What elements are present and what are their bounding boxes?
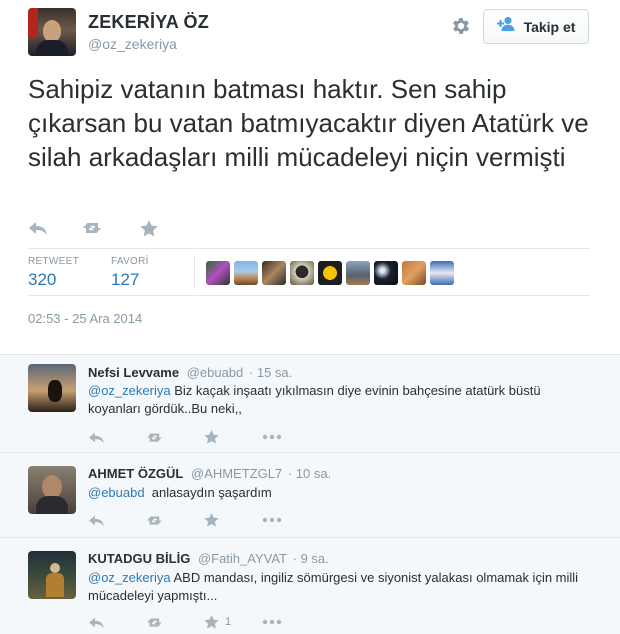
favoriter-avatar[interactable] xyxy=(318,261,342,285)
star-icon[interactable] xyxy=(140,219,158,237)
star-icon[interactable]: 1 xyxy=(204,615,262,629)
reply-time[interactable]: 10 sa. xyxy=(296,466,331,481)
favoriter-avatar[interactable] xyxy=(430,261,454,285)
retweet-count: 320 xyxy=(28,270,57,289)
favorite-count: 127 xyxy=(111,270,140,289)
gear-icon[interactable] xyxy=(450,15,472,37)
retweet-icon[interactable] xyxy=(146,514,204,527)
reply-avatar[interactable] xyxy=(28,466,76,514)
reply-actions: 1 xyxy=(88,613,320,631)
reply-header: Nefsi Levvame @ebuabd · 15 sa. xyxy=(88,365,293,380)
favoriter-avatar[interactable] xyxy=(206,261,230,285)
star-icon[interactable] xyxy=(204,430,262,444)
reply-header: AHMET ÖZGÜL @AHMETZGL7 · 10 sa. xyxy=(88,466,332,481)
star-icon[interactable] xyxy=(204,513,262,527)
tweet-actions xyxy=(28,216,192,240)
favoriter-avatar[interactable] xyxy=(402,261,426,285)
reply-avatar[interactable] xyxy=(28,364,76,412)
add-person-icon xyxy=(496,16,517,37)
avatar-face xyxy=(43,20,61,42)
favoriter-avatar[interactable] xyxy=(290,261,314,285)
reply-icon[interactable] xyxy=(88,514,146,527)
more-icon[interactable] xyxy=(262,434,320,440)
reply-author-handle[interactable]: @Fatih_AYVAT xyxy=(198,551,287,566)
favoriter-avatar[interactable] xyxy=(234,261,258,285)
follow-button-label: Takip et xyxy=(523,18,576,35)
favoriter-avatar[interactable] xyxy=(374,261,398,285)
reply-text: @ebuabd anlasaydın şaşardım xyxy=(88,484,588,502)
retweet-icon[interactable] xyxy=(146,616,204,629)
reply-author-name[interactable]: Nefsi Levvame xyxy=(88,365,179,380)
reply-author-handle[interactable]: @AHMETZGL7 xyxy=(191,466,282,481)
favoriter-avatar[interactable] xyxy=(262,261,286,285)
reply-mention[interactable]: @oz_zekeriya xyxy=(88,383,171,398)
reply-icon[interactable] xyxy=(88,431,146,444)
reply-author-name[interactable]: AHMET ÖZGÜL xyxy=(88,466,183,481)
tweet-timestamp[interactable]: 02:53 - 25 Ara 2014 xyxy=(28,311,142,326)
reply-favorite-count: 1 xyxy=(225,616,232,628)
reply-body: anlasaydın şaşardım xyxy=(144,485,272,500)
favorite-stat-label: FAVORİ xyxy=(111,256,149,267)
reply-icon[interactable] xyxy=(28,220,48,236)
replies-section: Nefsi Levvame @ebuabd · 15 sa. @oz_zeker… xyxy=(0,354,620,634)
reply-header: KUTADGU BİLİG @Fatih_AYVAT · 9 sa. xyxy=(88,551,329,566)
reply-text: @oz_zekeriya ABD mandası, ingiliz sömürg… xyxy=(88,569,588,605)
avatar-flag xyxy=(28,8,38,38)
follow-button[interactable]: Takip et xyxy=(483,9,589,44)
reply-actions xyxy=(88,511,320,529)
reply-tweet[interactable]: AHMET ÖZGÜL @AHMETZGL7 · 10 sa. @ebuabd … xyxy=(0,454,620,538)
reply-author-handle[interactable]: @ebuabd xyxy=(187,365,244,380)
reply-tweet[interactable]: Nefsi Levvame @ebuabd · 15 sa. @oz_zeker… xyxy=(0,355,620,453)
profile-name[interactable]: ZEKERİYA ÖZ xyxy=(88,12,209,33)
favoriter-avatars xyxy=(206,261,454,285)
reply-tweet[interactable]: KUTADGU BİLİG @Fatih_AYVAT · 9 sa. @oz_z… xyxy=(0,539,620,634)
retweet-icon[interactable] xyxy=(82,220,106,236)
retweet-stat-label: RETWEET xyxy=(28,256,79,267)
retweet-icon[interactable] xyxy=(146,431,204,444)
avatar-suit xyxy=(36,40,68,56)
reply-time[interactable]: 9 sa. xyxy=(301,551,329,566)
tweet-text: Sahipiz vatanın batması haktır. Sen sahi… xyxy=(28,74,589,172)
stats-divider xyxy=(194,255,195,289)
retweet-stat[interactable]: RETWEET 320 xyxy=(28,256,79,290)
reply-actions xyxy=(88,428,320,446)
reply-text: @oz_zekeriya Biz kaçak inşaatı yıkılması… xyxy=(88,382,588,418)
profile-handle[interactable]: @oz_zekeriya xyxy=(88,36,177,52)
reply-mention[interactable]: @oz_zekeriya xyxy=(88,570,171,585)
reply-avatar[interactable] xyxy=(28,551,76,599)
reply-mention[interactable]: @ebuabd xyxy=(88,485,145,500)
reply-author-name[interactable]: KUTADGU BİLİG xyxy=(88,551,190,566)
tweet-stats: RETWEET 320 FAVORİ 127 xyxy=(28,248,590,296)
more-icon[interactable] xyxy=(262,517,320,523)
main-tweet: ZEKERİYA ÖZ @oz_zekeriya Takip et Sahipi… xyxy=(0,0,620,354)
favorite-stat[interactable]: FAVORİ 127 xyxy=(111,256,149,290)
reply-icon[interactable] xyxy=(88,616,146,629)
favoriter-avatar[interactable] xyxy=(346,261,370,285)
profile-avatar[interactable] xyxy=(28,8,76,56)
reply-time[interactable]: 15 sa. xyxy=(257,365,292,380)
more-icon[interactable] xyxy=(262,619,320,625)
